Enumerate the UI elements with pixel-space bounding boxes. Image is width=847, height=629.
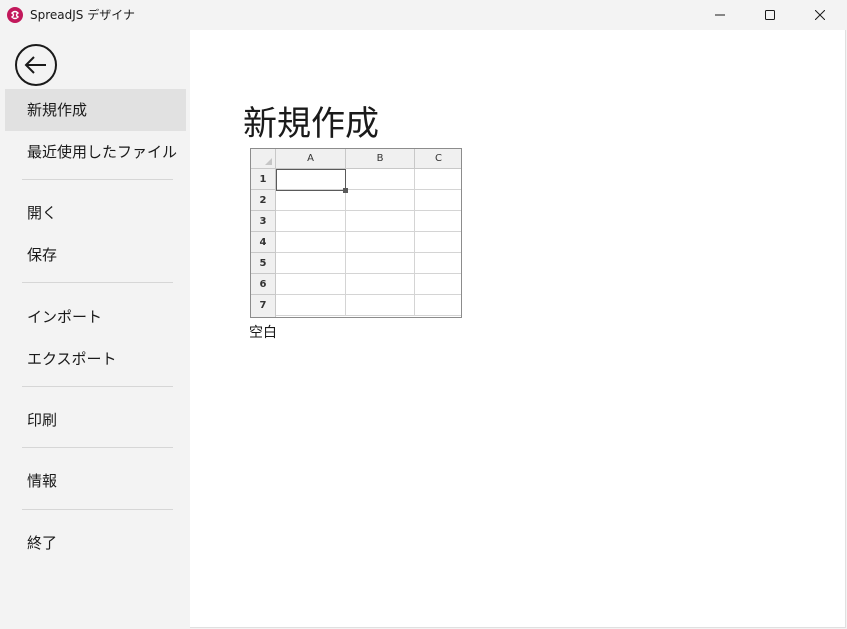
column-header: B [346,149,415,169]
sheet-cell [415,190,461,211]
sheet-cell [276,211,346,232]
close-button[interactable] [797,0,843,30]
minimize-button[interactable] [697,0,743,30]
sidebar-divider [22,282,173,283]
column-header: C [415,149,461,169]
minimize-icon [715,14,725,16]
sidebar-item-export[interactable]: エクスポート [5,338,186,380]
sheet-cell [346,232,415,253]
sheet-cell [276,295,346,316]
sheet-cell [346,274,415,295]
sidebar-item-open[interactable]: 開く [5,192,186,234]
active-cell [276,169,346,191]
sheet-cell [346,295,415,316]
column-header: A [276,149,346,169]
sheet-cell [415,253,461,274]
blank-sheet-preview: A B C 1 2 3 4 5 6 7 [250,148,462,318]
row-header: 2 [251,190,276,211]
back-button[interactable] [14,43,58,87]
sidebar-divider [22,179,173,180]
sidebar-divider [22,386,173,387]
sheet-cell [276,274,346,295]
title-bar: SpreadJS デザイナ [0,0,847,30]
sheet-cell [346,211,415,232]
back-arrow-icon [15,44,57,86]
spreadjs-logo-icon [7,7,23,23]
row-header: 7 [251,295,276,317]
sheet-cell [415,232,461,253]
sidebar-divider [22,447,173,448]
fill-handle [343,188,348,193]
row-header: 1 [251,169,276,190]
sheet-cell [415,211,461,232]
maximize-button[interactable] [747,0,793,30]
sheet-cell [276,232,346,253]
maximize-icon [765,10,775,20]
select-all-corner [251,149,276,169]
sheet-cell [276,190,346,211]
window-title: SpreadJS デザイナ [30,8,135,22]
sidebar-item-save[interactable]: 保存 [5,234,186,276]
row-header: 6 [251,274,276,295]
sheet-cell [415,169,461,190]
sheet-cell [346,253,415,274]
sidebar-item-recent-files[interactable]: 最近使用したファイル [5,131,186,173]
blank-template-label: 空白 [249,325,277,341]
sheet-cell [346,169,415,190]
sidebar-item-import[interactable]: インポート [5,296,186,338]
page-title: 新規作成 [243,104,379,144]
blank-template-tile[interactable]: A B C 1 2 3 4 5 6 7 [250,148,462,318]
sheet-cell [415,274,461,295]
sheet-cell [415,295,461,316]
sidebar-item-exit[interactable]: 終了 [5,522,186,564]
close-icon [815,10,825,20]
backstage-sidebar: 新規作成 最近使用したファイル 開く 保存 インポート エクスポート 印刷 情報… [0,30,190,629]
sidebar-item-new[interactable]: 新規作成 [5,89,186,131]
row-header: 5 [251,253,276,274]
row-header: 3 [251,211,276,232]
sheet-cell [346,190,415,211]
main-panel: 新規作成 A B C 1 2 3 4 5 6 7 空白 [190,30,846,628]
sidebar-item-print[interactable]: 印刷 [5,399,186,441]
sidebar-item-info[interactable]: 情報 [5,460,186,502]
row-header: 4 [251,232,276,253]
sidebar-divider [22,509,173,510]
sheet-cell [276,253,346,274]
